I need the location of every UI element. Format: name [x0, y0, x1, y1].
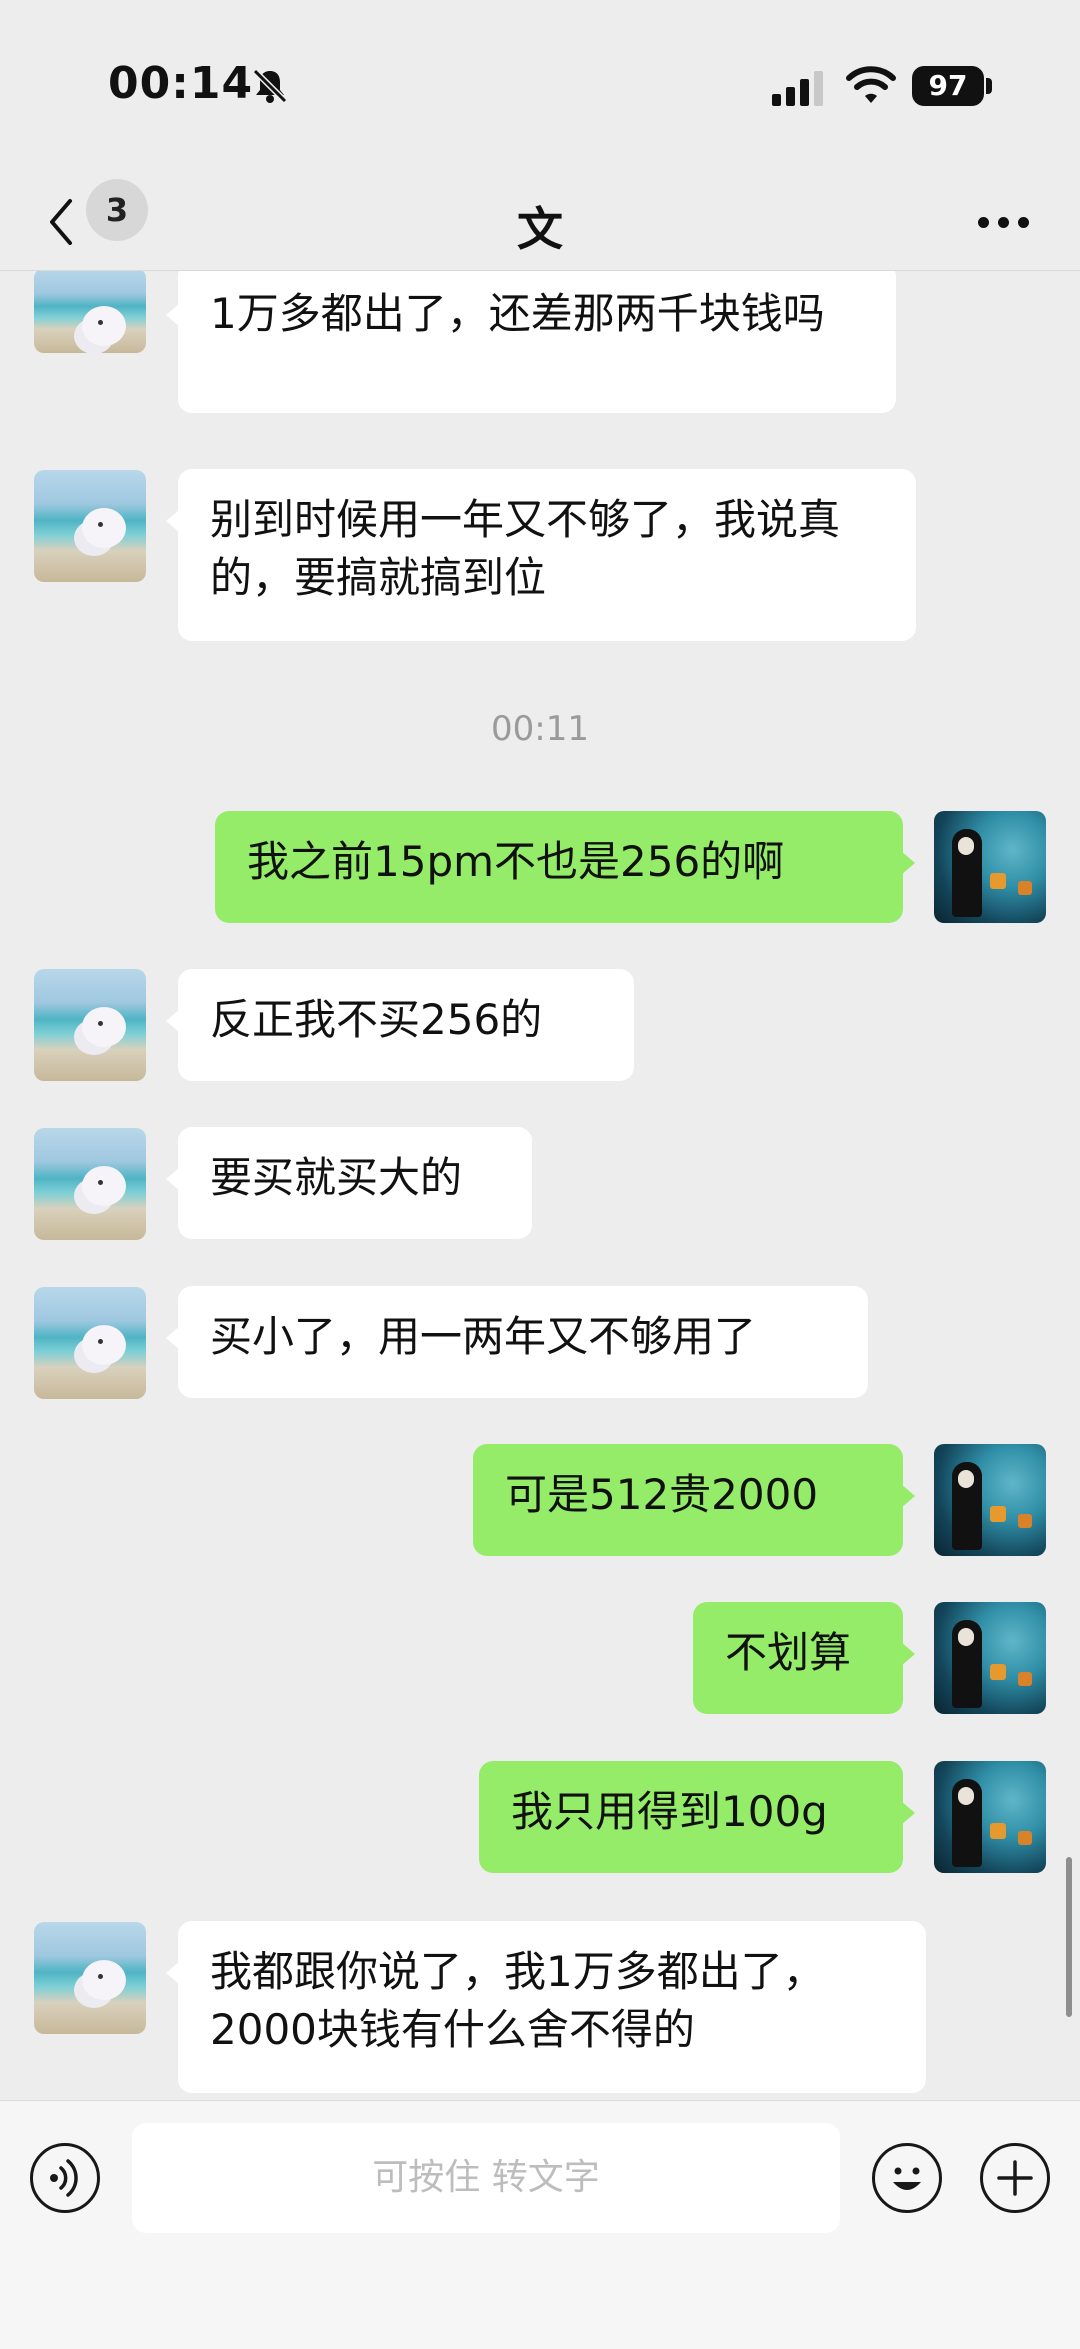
message-bubble-incoming[interactable]: 别到时候用一年又不够了，我说真的，要搞就搞到位 [166, 469, 916, 641]
chat-header: 文 3 [0, 175, 1080, 271]
bell-slash-icon [252, 68, 288, 104]
plus-icon [996, 2159, 1033, 2196]
emoji-button[interactable] [872, 2143, 942, 2213]
message-bubble-outgoing[interactable]: 我之前15pm不也是256的啊 [215, 811, 915, 923]
message-bubble-incoming[interactable]: 1万多都出了，还差那两千块钱吗 [166, 271, 896, 413]
status-time: 00:14 [108, 58, 254, 109]
more-button[interactable] [974, 205, 1034, 245]
user-avatar[interactable] [934, 1761, 1046, 1873]
user-avatar[interactable] [934, 1602, 1046, 1714]
message-list[interactable]: 1万多都出了，还差那两千块钱吗 别到时候用一年又不够了，我说真的，要搞就搞到位 … [0, 271, 1080, 2100]
more-dots-icon [1018, 217, 1029, 228]
wifi-icon [846, 66, 896, 103]
contact-avatar[interactable] [34, 969, 146, 1081]
message-bubble-outgoing[interactable]: 可是512贵2000 [473, 1444, 915, 1556]
user-avatar[interactable] [934, 811, 1046, 923]
chevron-left-icon [50, 199, 72, 245]
cellular-signal-icon [772, 71, 823, 106]
message-bubble-incoming[interactable]: 我都跟你说了，我1万多都出了，2000块钱有什么舍不得的 [166, 1921, 926, 2093]
battery-cap [986, 78, 992, 94]
user-avatar[interactable] [934, 1444, 1046, 1556]
back-button[interactable]: 3 [36, 175, 156, 270]
battery-indicator: 97 [912, 66, 984, 106]
emoji-icon [892, 2167, 921, 2190]
more-dots-icon [998, 217, 1009, 228]
message-bubble-incoming[interactable]: 要买就买大的 [166, 1127, 532, 1239]
message-bubble-incoming[interactable]: 反正我不买256的 [166, 969, 634, 1081]
message-input[interactable]: 可按住 转文字 [132, 2123, 840, 2233]
contact-avatar[interactable] [34, 271, 146, 353]
voice-icon [49, 2158, 78, 2197]
message-timestamp: 00:11 [491, 709, 589, 749]
contact-avatar[interactable] [34, 470, 146, 582]
chat-title: 文 [517, 202, 563, 256]
message-bubble-outgoing[interactable]: 不划算 [693, 1602, 915, 1714]
unread-count-badge: 3 [86, 179, 148, 241]
scrollbar[interactable] [1066, 1857, 1072, 2017]
input-bar: 可按住 转文字 [0, 2100, 1080, 2349]
more-dots-icon [978, 217, 989, 228]
voice-button[interactable] [30, 2143, 100, 2213]
contact-avatar[interactable] [34, 1287, 146, 1399]
status-bar: 00:14 97 [0, 0, 1080, 175]
plus-button[interactable] [980, 2143, 1050, 2213]
contact-avatar[interactable] [34, 1922, 146, 2034]
contact-avatar[interactable] [34, 1128, 146, 1240]
message-bubble-incoming[interactable]: 买小了，用一两年又不够用了 [166, 1286, 868, 1398]
message-bubble-outgoing[interactable]: 我只用得到100g [479, 1761, 915, 1873]
